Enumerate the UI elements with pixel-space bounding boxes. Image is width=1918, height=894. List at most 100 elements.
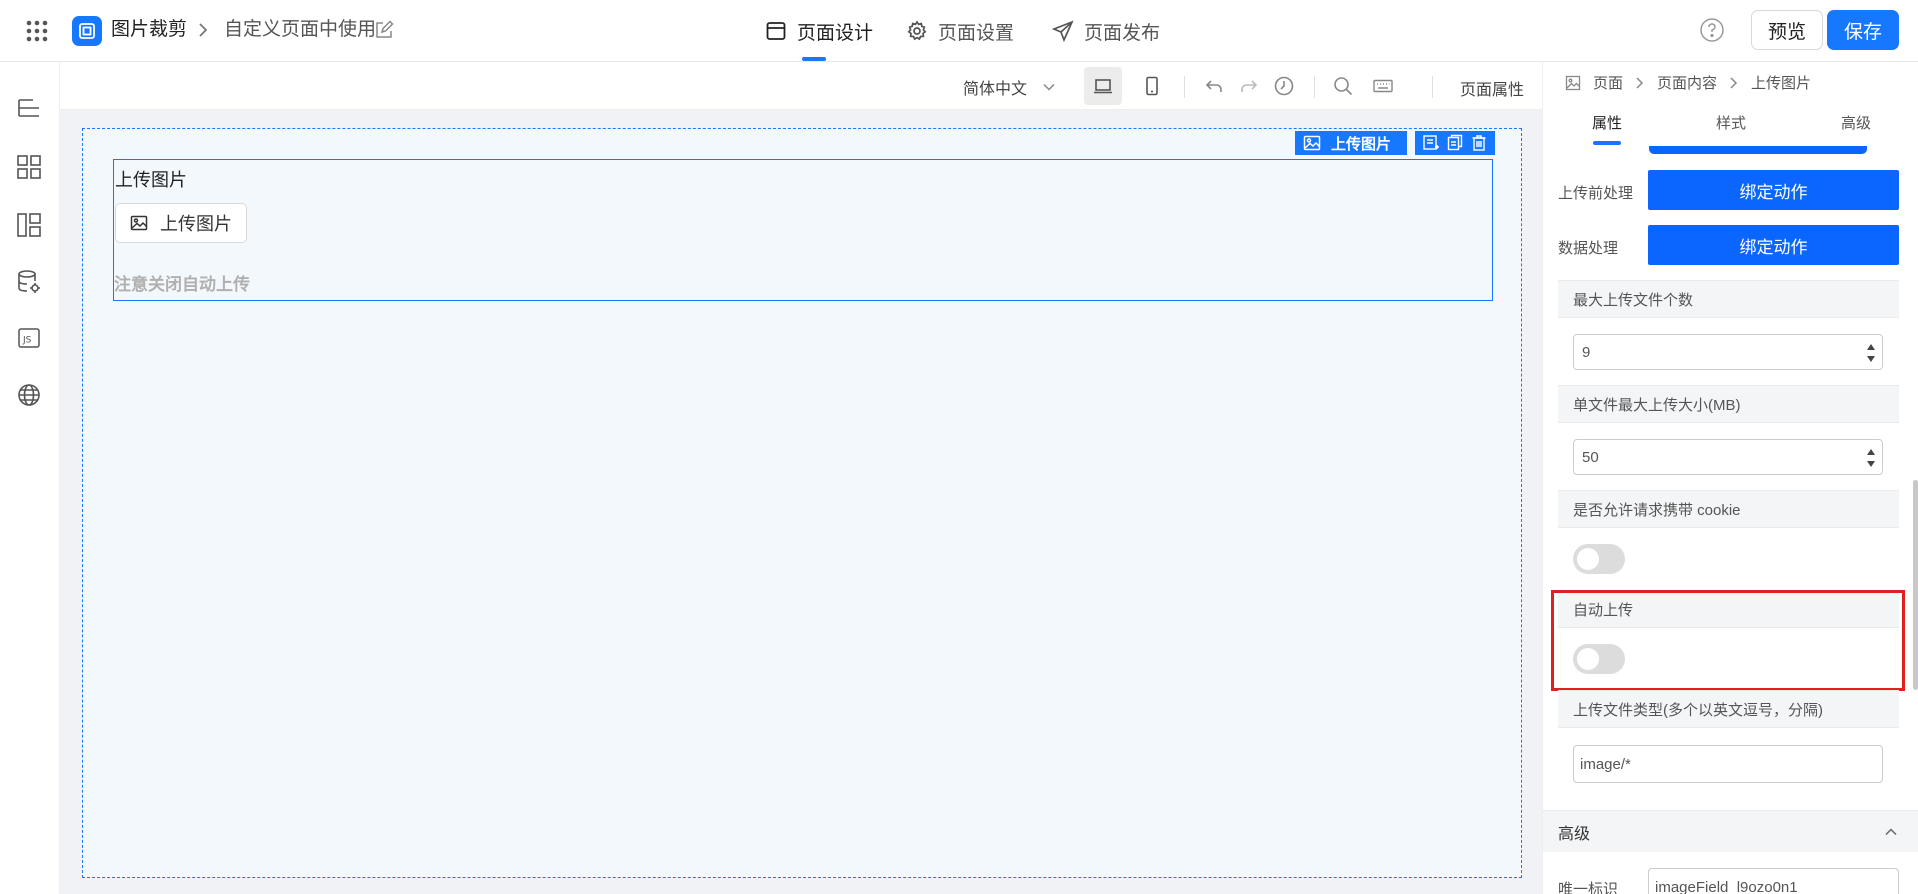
tab-page-design[interactable]: 页面设计 [765, 14, 873, 48]
components-grid-icon[interactable] [15, 153, 43, 181]
search-button[interactable] [1324, 67, 1362, 105]
tab-page-publish[interactable]: 页面发布 [1052, 14, 1160, 48]
toolbar-divider [1314, 76, 1315, 98]
upload-image-button-label: 上传图片 [160, 214, 232, 234]
max-size-value: 50 [1582, 448, 1599, 466]
breadcrumb-item[interactable]: 页面 [1593, 72, 1623, 93]
upload-image-component[interactable]: 上传图片 上传图片 注意关闭自动上传 [113, 159, 1493, 301]
cookie-label-text: 是否允许请求携带 cookie [1573, 501, 1741, 519]
bind-action-button[interactable]: 绑定动作 [1648, 225, 1899, 265]
tab-properties[interactable]: 属性 [1592, 112, 1622, 133]
spinner-arrows-icon[interactable] [1866, 445, 1876, 471]
page-properties-link[interactable]: 页面属性 [1460, 76, 1524, 100]
tab-page-settings[interactable]: 页面设置 [906, 14, 1014, 48]
toggle-knob [1577, 648, 1599, 670]
canvas-toolbar: 简体中文 页面属性 [60, 62, 1542, 110]
layout-icon[interactable] [15, 211, 43, 239]
max-files-label-text: 最大上传文件个数 [1573, 291, 1694, 309]
edit-icon[interactable] [374, 20, 394, 40]
desktop-view-button[interactable] [1084, 67, 1122, 105]
tab-style[interactable]: 样式 [1716, 112, 1746, 133]
apps-grid-icon[interactable] [24, 18, 50, 44]
app-name[interactable]: 图片裁剪 [111, 17, 187, 43]
file-types-input[interactable]: image/* [1573, 745, 1883, 783]
advanced-section-title: 高级 [1558, 825, 1591, 843]
advanced-section-header[interactable]: 高级 [1543, 810, 1918, 852]
tab-page-settings-label: 页面设置 [938, 22, 1015, 44]
chevron-right-icon [196, 20, 210, 40]
spinner-arrows-icon[interactable] [1866, 340, 1876, 366]
auto-upload-label: 自动上传 [1558, 590, 1899, 628]
unique-id-input[interactable]: imageField_l9ozo0n1 [1648, 868, 1899, 894]
delete-icon[interactable] [1470, 134, 1488, 152]
cookie-toggle[interactable] [1573, 544, 1625, 574]
keyboard-icon [1372, 75, 1394, 97]
max-files-input[interactable]: 9 [1573, 334, 1883, 370]
language-label: 简体中文 [963, 81, 1028, 98]
redo-button[interactable] [1230, 67, 1268, 105]
save-button[interactable]: 保存 [1827, 10, 1899, 50]
js-script-icon[interactable]: JS [15, 324, 43, 352]
auto-upload-toggle[interactable] [1573, 644, 1625, 674]
auto-upload-label-text: 自动上传 [1573, 601, 1634, 619]
image-icon [130, 215, 148, 231]
page-name[interactable]: 自定义页面中使用 [224, 17, 376, 43]
bind-action-button-partial[interactable] [1649, 146, 1867, 154]
insert-icon[interactable] [1422, 134, 1440, 152]
chevron-up-icon[interactable] [1883, 824, 1899, 840]
outline-tree-icon[interactable] [15, 94, 43, 122]
page-image-icon [1565, 75, 1581, 91]
before-upload-label: 上传前处理 [1558, 185, 1634, 202]
selected-component-tag-label: 上传图片 [1331, 135, 1392, 153]
data-process-label: 数据处理 [1558, 240, 1619, 257]
chevron-right-icon [1729, 75, 1739, 91]
toolbar-divider [1184, 76, 1185, 98]
active-tab-indicator [802, 57, 826, 61]
tab-page-design-label: 页面设计 [797, 22, 874, 44]
bind-action-button[interactable]: 绑定动作 [1648, 170, 1899, 210]
svg-text:JS: JS [22, 336, 32, 346]
mobile-icon [1141, 75, 1163, 97]
max-files-label: 最大上传文件个数 [1558, 280, 1899, 318]
design-canvas: 简体中文 页面属性 上传图片 上传图片 上传图片 注意关闭自动上传 [60, 62, 1542, 894]
tab-advanced[interactable]: 高级 [1841, 112, 1871, 133]
app-logo [72, 16, 102, 46]
toolbar-divider [1432, 76, 1433, 98]
history-button[interactable] [1265, 67, 1303, 105]
cookie-label: 是否允许请求携带 cookie [1558, 490, 1899, 528]
max-files-value: 9 [1582, 343, 1591, 361]
copy-icon[interactable] [1446, 134, 1464, 152]
breadcrumb-item[interactable]: 上传图片 [1751, 72, 1811, 93]
undo-button[interactable] [1195, 67, 1233, 105]
upload-image-button[interactable]: 上传图片 [115, 203, 247, 243]
shortcuts-button[interactable] [1364, 67, 1402, 105]
mobile-view-button[interactable] [1133, 67, 1171, 105]
search-icon [1332, 75, 1354, 97]
component-hint: 注意关闭自动上传 [114, 275, 250, 294]
active-tab-indicator [1593, 141, 1621, 145]
chevron-right-icon [1635, 75, 1645, 91]
properties-panel: 页面 页面内容 上传图片 属性 样式 高级 上传前处理 绑定动作 数据处理 绑定… [1542, 62, 1918, 894]
breadcrumb-item[interactable]: 页面内容 [1657, 72, 1717, 93]
laptop-icon [1092, 75, 1114, 97]
unique-id-label: 唯一标识 [1558, 881, 1619, 894]
max-size-label: 单文件最大上传大小(MB) [1558, 385, 1899, 423]
clock-icon [1273, 75, 1295, 97]
left-sidebar: JS [0, 62, 60, 894]
selected-component-tag[interactable]: 上传图片 [1295, 131, 1407, 155]
max-size-input[interactable]: 50 [1573, 439, 1883, 475]
undo-icon [1203, 75, 1225, 97]
component-title: 上传图片 [115, 170, 187, 190]
language-select[interactable]: 简体中文 [963, 75, 1057, 99]
data-source-icon[interactable] [15, 268, 43, 296]
page-frame[interactable]: 上传图片 上传图片 上传图片 注意关闭自动上传 [82, 128, 1522, 878]
browser-window-icon [765, 20, 787, 42]
breadcrumb: 页面 页面内容 上传图片 [1565, 72, 1811, 93]
preview-button[interactable]: 预览 [1751, 10, 1823, 50]
top-bar: 图片裁剪 自定义页面中使用 页面设计 页面设置 页面发布 预览 保存 [0, 0, 1918, 62]
tab-page-publish-label: 页面发布 [1084, 22, 1161, 44]
globe-icon[interactable] [15, 381, 43, 409]
help-icon[interactable] [1699, 17, 1725, 43]
panel-scrollbar[interactable] [1913, 480, 1918, 690]
max-size-label-text: 单文件最大上传大小(MB) [1573, 396, 1741, 414]
